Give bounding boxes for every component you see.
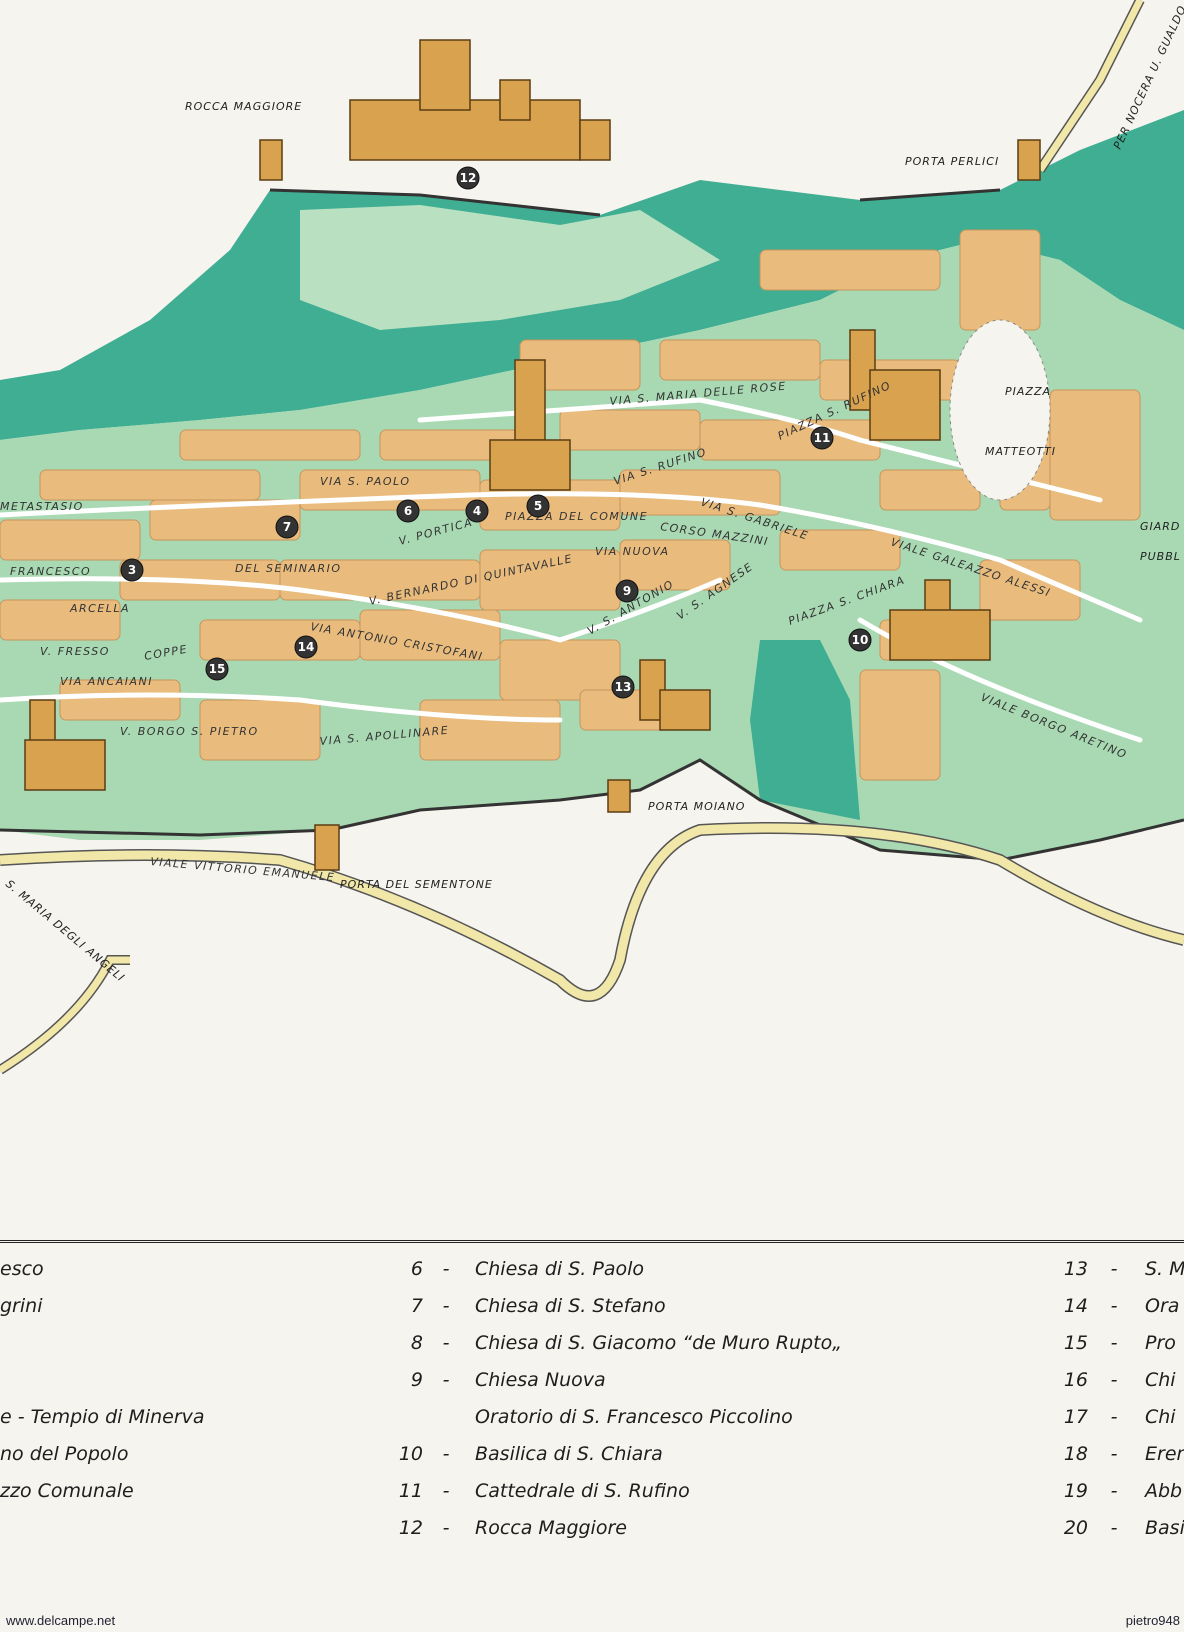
street-s-paolo: VIA S. PAOLO	[320, 475, 410, 488]
street-anciaiani: VIA ANCAIANI	[60, 675, 153, 688]
legend-number: 15	[1063, 1332, 1088, 1354]
label-piazza: PIAZZA	[1005, 385, 1051, 398]
label-matteotti: MATTEOTTI	[985, 445, 1056, 458]
label-santa-maria-angeli: S. MARIA DEGLI ANGELI	[3, 877, 127, 984]
marker-12: 12	[456, 166, 480, 190]
legend-label: Ora	[1145, 1295, 1180, 1317]
legend-number: 13	[1063, 1258, 1088, 1280]
marker-number: 11	[814, 431, 831, 445]
marker-4: 4	[465, 499, 489, 523]
legend-dash: -	[1110, 1295, 1118, 1317]
marker-13: 13	[611, 675, 635, 699]
street-francesco: FRANCESCO	[10, 565, 91, 578]
legend-dash: -	[1110, 1258, 1118, 1280]
legend-label: Basi	[1145, 1517, 1184, 1539]
porta-sementone-icon	[314, 824, 340, 871]
label-rocca: ROCCA MAGGIORE	[185, 100, 302, 113]
legend-row: 18- Erem	[0, 1436, 1184, 1472]
porta-perlici-icon	[1017, 139, 1041, 181]
piazza-matteotti	[949, 319, 1051, 501]
legend-row: 15- Pro	[0, 1325, 1184, 1361]
marker-number: 3	[128, 563, 136, 577]
marker-3: 3	[120, 558, 144, 582]
legend-row: 17- Chi	[0, 1399, 1184, 1435]
marker-6: 6	[396, 499, 420, 523]
street-via-nuova: VIA NUOVA	[595, 545, 670, 558]
legend-number: 18	[1063, 1443, 1088, 1465]
marker-number: 12	[460, 171, 477, 185]
marker-number: 13	[615, 680, 632, 694]
footer: www.delcampe.net pietro948	[0, 1612, 1184, 1632]
marker-9: 9	[615, 579, 639, 603]
legend-label: Chi	[1145, 1369, 1176, 1391]
legend-number: 17	[1063, 1406, 1088, 1428]
legend-number: 16	[1063, 1369, 1088, 1391]
legend-row: 14- Ora	[0, 1288, 1184, 1324]
marker-7: 7	[275, 515, 299, 539]
legend-label: Pro	[1145, 1332, 1176, 1354]
legend-label: S. M	[1145, 1258, 1184, 1280]
legend-row: 13- S. M	[0, 1251, 1184, 1287]
street-piazza-comune: PIAZZA DEL COMUNE	[505, 510, 648, 523]
legend-dash: -	[1110, 1406, 1118, 1428]
legend-row: 16- Chi	[0, 1362, 1184, 1398]
marker-number: 7	[283, 520, 291, 534]
rocca-maggiore-icon	[259, 39, 611, 181]
legend-number: 19	[1063, 1480, 1088, 1502]
footer-left-text: www.delcampe.net	[6, 1613, 116, 1628]
legend-dash: -	[1110, 1332, 1118, 1354]
marker-10: 10	[848, 628, 872, 652]
marker-5: 5	[526, 494, 550, 518]
legend-number: 14	[1063, 1295, 1088, 1317]
marker-number: 4	[473, 504, 481, 518]
label-porta-moiano: PORTA MOIANO	[648, 800, 745, 813]
town-map: ROCCA MAGGIORE PORTA PERLICI PER NOCERA …	[0, 0, 1184, 1240]
marker-number: 14	[298, 640, 315, 654]
marker-number: 9	[623, 584, 631, 598]
porta-moiano-icon	[607, 779, 631, 813]
map-canvas: ROCCA MAGGIORE PORTA PERLICI PER NOCERA …	[0, 0, 1184, 1075]
legend: esco grini e - Tempio di Minerva no del Pop…	[0, 1240, 1184, 1615]
label-porta-perlici: PORTA PERLICI	[905, 155, 999, 168]
street-borgo-pietro: V. BORGO S. PIETRO	[120, 725, 259, 738]
label-pubblico: PUBBL	[1140, 550, 1181, 563]
legend-number: 20	[1063, 1517, 1088, 1539]
street-fresso: V. FRESSO	[40, 645, 110, 658]
legend-label: Chi	[1145, 1406, 1176, 1428]
marker-11: 11	[810, 426, 834, 450]
legend-label: Abb	[1145, 1480, 1183, 1502]
marker-number: 5	[534, 499, 542, 513]
legend-label: Erem	[1145, 1443, 1184, 1465]
legend-dash: -	[1110, 1517, 1118, 1539]
legend-dash: -	[1110, 1443, 1118, 1465]
street-seminario: DEL SEMINARIO	[235, 562, 342, 575]
marker-number: 15	[209, 662, 226, 676]
marker-number: 6	[404, 504, 412, 518]
marker-15: 15	[205, 657, 229, 681]
footer-right-text: pietro948	[1125, 1613, 1180, 1628]
marker-number: 10	[852, 633, 869, 647]
street-metastasio: METASTASIO	[0, 500, 84, 513]
legend-dash: -	[1110, 1480, 1118, 1502]
label-porta-sementone: PORTA DEL SEMENTONE	[340, 878, 493, 891]
legend-dash: -	[1110, 1369, 1118, 1391]
marker-14: 14	[294, 635, 318, 659]
legend-row: 20- Basi	[0, 1510, 1184, 1546]
label-giardino: GIARD	[1140, 520, 1180, 533]
legend-row: 19- Abb	[0, 1473, 1184, 1509]
street-arcella: ARCELLA	[69, 602, 130, 615]
